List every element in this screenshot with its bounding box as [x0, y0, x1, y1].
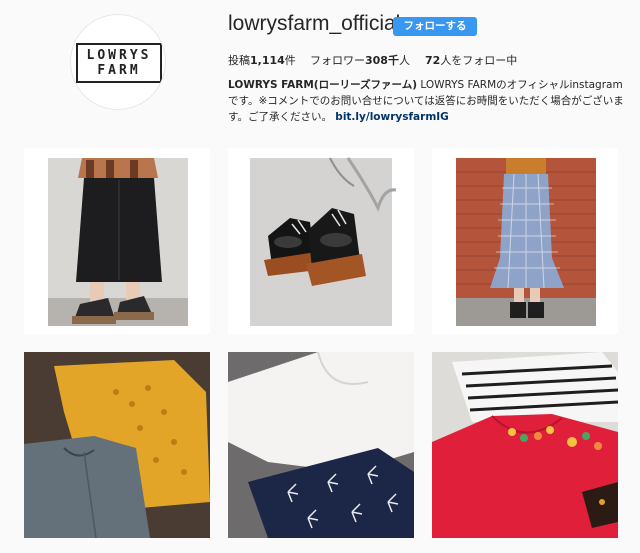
posts-stat[interactable]: 投稿1,114件 [228, 52, 296, 68]
post-thumbnail-4[interactable] [24, 352, 210, 538]
post-thumbnail-3[interactable] [432, 148, 618, 334]
brand-logo: LOWRYS FARM [76, 43, 162, 83]
logo-text-bottom: FARM [97, 63, 141, 78]
followers-unit: 人 [398, 54, 410, 67]
posts-count: 1,114 [250, 54, 285, 67]
bio-name: LOWRYS FARM(ローリーズファーム) [228, 79, 418, 91]
post-thumbnail-5[interactable] [228, 352, 414, 538]
post-image-white-top-palm-skirt [228, 352, 414, 538]
post-image-gingham-skirt [456, 158, 596, 326]
logo-text-top: LOWRYS [86, 48, 152, 63]
follow-button[interactable]: フォローする [393, 17, 477, 36]
followers-label: フォロワー [310, 54, 365, 67]
profile-bio: LOWRYS FARM(ローリーズファーム) LOWRYS FARMのオフィシャ… [228, 77, 628, 125]
post-thumbnail-2[interactable] [228, 148, 414, 334]
following-label: 人をフォロー中 [440, 54, 518, 67]
post-image-skirt-black [48, 158, 188, 326]
following-stat[interactable]: 72人をフォロー中 [425, 52, 517, 68]
post-image-mustard-top-and-pants [24, 352, 210, 538]
post-thumbnail-6[interactable] [432, 352, 618, 538]
followers-count: 308千 [365, 54, 399, 67]
bio-link[interactable]: bit.ly/lowrysfarmIG [335, 111, 449, 123]
post-thumbnail-1[interactable] [24, 148, 210, 334]
profile-username: lowrysfarm_official [228, 12, 401, 35]
post-image-boots [250, 157, 397, 326]
profile-avatar[interactable]: LOWRYS FARM [70, 14, 166, 110]
posts-unit: 件 [284, 54, 296, 67]
post-image-red-embroidered-top [432, 352, 618, 538]
following-count: 72 [425, 54, 441, 67]
followers-stat[interactable]: フォロワー308千人 [310, 52, 410, 68]
posts-label: 投稿 [228, 54, 250, 67]
